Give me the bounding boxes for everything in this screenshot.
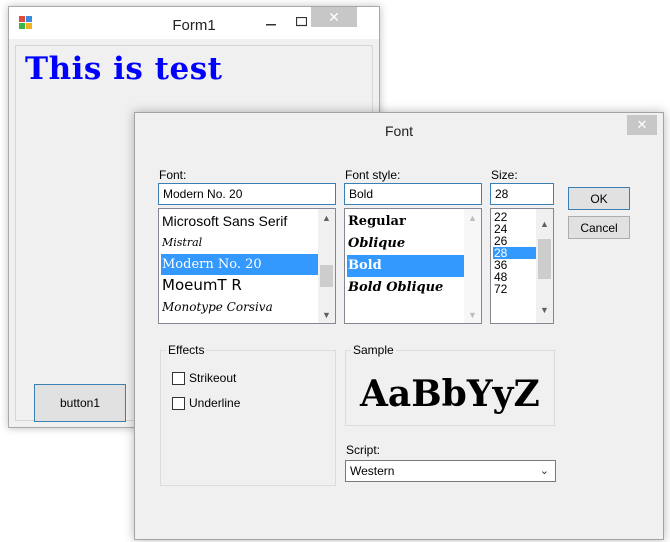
font-list-item[interactable]: Mistral — [161, 232, 318, 253]
cancel-button[interactable]: Cancel — [568, 216, 630, 239]
style-list-item[interactable]: Regular — [347, 211, 464, 233]
size-input[interactable]: 28 — [490, 183, 554, 205]
button1[interactable]: button1 — [34, 384, 126, 422]
style-list-item-selected[interactable]: Bold — [347, 255, 464, 277]
font-style-list[interactable]: Regular Oblique Bold Bold Oblique ▲ ▼ — [344, 208, 482, 324]
size-list-scrollbar[interactable]: ▲ ▼ — [536, 209, 553, 323]
font-list-item[interactable]: Monotype Corsiva — [161, 297, 318, 318]
underline-check-box[interactable] — [172, 396, 185, 410]
size-list[interactable]: 22 24 26 28 36 48 72 ▲ ▼ — [490, 208, 554, 324]
script-dropdown-value: Western — [350, 464, 395, 478]
font-list[interactable]: Microsoft Sans Serif Mistral Modern No. … — [158, 208, 336, 324]
chevron-down-icon[interactable]: ▼ — [318, 306, 335, 323]
font-list-item-selected[interactable]: Modern No. 20 — [161, 254, 318, 275]
close-icon: ✕ — [636, 117, 648, 132]
sample-preview: AaBbYyZ — [346, 351, 554, 425]
form1-close-button[interactable]: ✕ — [311, 7, 357, 27]
script-label: Script: — [346, 443, 381, 457]
form1-titlebar[interactable]: Form1 ✕ — [9, 7, 379, 39]
ok-button[interactable]: OK — [568, 187, 630, 210]
font-dialog-titlebar[interactable]: Font ✕ — [135, 113, 663, 147]
maximize-icon — [295, 17, 307, 27]
style-list-item[interactable]: Bold Oblique — [347, 277, 464, 299]
style-list-item[interactable]: Oblique — [347, 233, 464, 255]
font-dialog: Font ✕ Font: Modern No. 20 Microsoft San… — [134, 112, 664, 540]
font-label: Font: — [159, 168, 187, 182]
chevron-up-icon[interactable]: ▲ — [318, 209, 335, 226]
minimize-button[interactable] — [256, 11, 286, 33]
test-label: This is test — [25, 51, 223, 87]
style-list-scrollbar[interactable]: ▲ ▼ — [464, 209, 481, 323]
strikeout-check-box[interactable] — [172, 371, 185, 385]
font-list-item[interactable]: MoeumT R — [161, 275, 318, 296]
size-label: Size: — [491, 168, 518, 182]
font-dialog-title: Font — [384, 123, 413, 139]
effects-group: Effects Strikeout Underline — [160, 343, 336, 486]
scroll-thumb[interactable] — [320, 265, 333, 287]
underline-checkbox[interactable]: Underline — [172, 396, 240, 410]
font-list-scrollbar[interactable]: ▲ ▼ — [318, 209, 335, 323]
chevron-down-icon: ⌄ — [539, 465, 549, 477]
close-icon: ✕ — [328, 8, 340, 25]
chevron-down-icon[interactable]: ▼ — [464, 306, 481, 323]
sample-group: Sample AaBbYyZ — [345, 343, 555, 426]
font-name-input[interactable]: Modern No. 20 — [158, 183, 336, 205]
minimize-icon — [266, 24, 276, 26]
chevron-down-icon[interactable]: ▼ — [536, 301, 553, 318]
script-dropdown[interactable]: Western ⌄ — [345, 460, 556, 482]
font-list-item[interactable]: Microsoft Sans Serif — [161, 211, 318, 232]
underline-label: Underline — [189, 396, 241, 410]
strikeout-checkbox[interactable]: Strikeout — [172, 371, 236, 385]
chevron-up-icon[interactable]: ▲ — [464, 209, 481, 226]
font-style-label: Font style: — [345, 168, 401, 182]
strikeout-label: Strikeout — [189, 371, 237, 385]
font-dialog-close-button[interactable]: ✕ — [627, 115, 657, 135]
effects-group-title: Effects — [166, 343, 207, 357]
font-style-input[interactable]: Bold — [344, 183, 482, 205]
size-list-item[interactable]: 72 — [493, 283, 536, 295]
scroll-thumb[interactable] — [538, 239, 551, 279]
sample-text: AaBbYyZ — [360, 373, 540, 415]
chevron-up-icon[interactable]: ▲ — [536, 215, 553, 232]
